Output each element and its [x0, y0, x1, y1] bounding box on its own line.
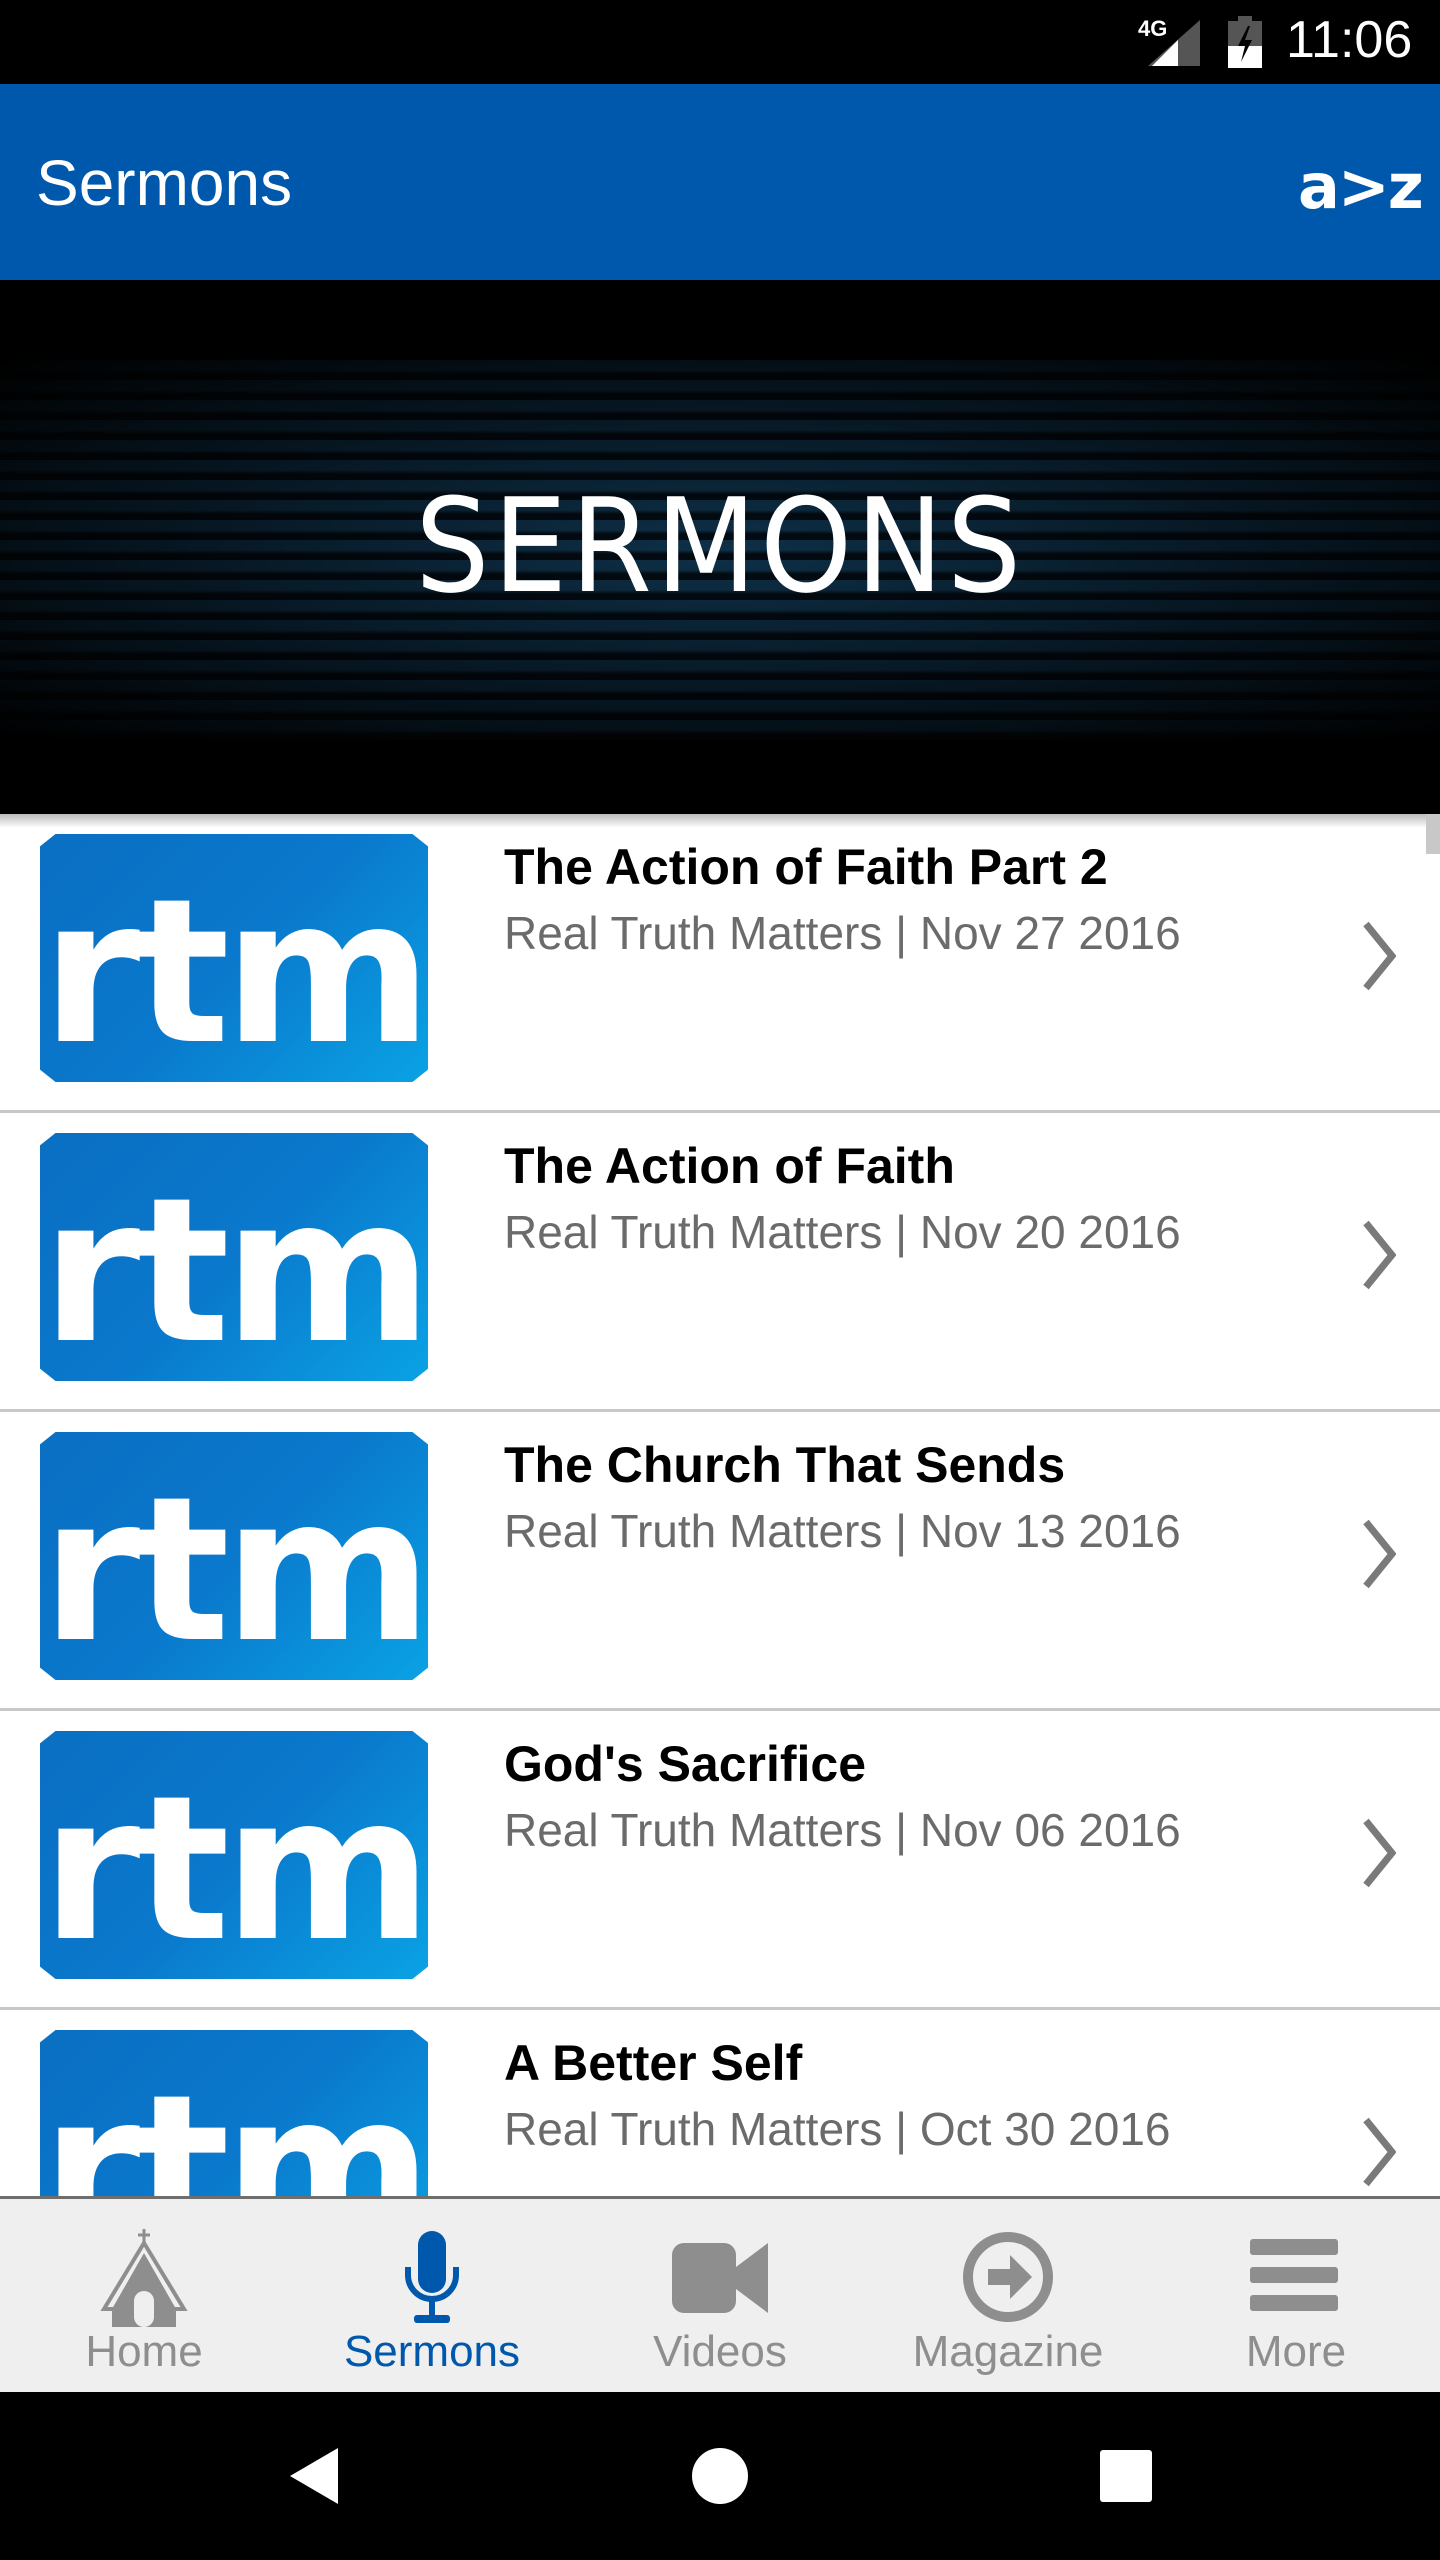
tab-label: More [1245, 2327, 1347, 2376]
video-camera-icon [672, 2243, 768, 2313]
microphone-icon [405, 2231, 459, 2323]
church-icon [100, 2229, 188, 2327]
sermon-title: A Better Self [504, 2035, 803, 2091]
tab-label: Home [85, 2327, 203, 2376]
back-button[interactable] [286, 2446, 346, 2506]
sermon-row[interactable]: rtm The Action of Faith Part 2 Real Trut… [0, 814, 1440, 1113]
sermon-row[interactable]: rtm A Better Self Real Truth Matters | O… [0, 2010, 1440, 2196]
rtm-thumbnail: rtm [40, 1731, 428, 1979]
tab-label: Magazine [912, 2327, 1104, 2376]
tab-videos[interactable]: Videos [576, 2199, 864, 2395]
sermon-subtitle: Real Truth Matters | Oct 30 2016 [504, 2103, 1171, 2155]
sermon-row[interactable]: rtm The Action of Faith Real Truth Matte… [0, 1113, 1440, 1412]
rtm-thumbnail: rtm [40, 2030, 428, 2196]
banner-title: SERMONS [415, 470, 1025, 622]
sermon-subtitle: Real Truth Matters | Nov 27 2016 [504, 907, 1181, 959]
battery-charging-icon [1228, 16, 1262, 68]
sermon-title: The Action of Faith [504, 1138, 955, 1194]
sermon-list[interactable]: rtm The Action of Faith Part 2 Real Trut… [0, 814, 1440, 2196]
sermon-subtitle: Real Truth Matters | Nov 20 2016 [504, 1206, 1181, 1258]
sermons-banner: SERMONS [0, 280, 1440, 814]
recents-button[interactable] [1096, 2446, 1156, 2506]
sermon-row[interactable]: rtm God's Sacrifice Real Truth Matters |… [0, 1711, 1440, 2010]
tab-home[interactable]: Home [0, 2199, 288, 2395]
sermon-row[interactable]: rtm The Church That Sends Real Truth Mat… [0, 1412, 1440, 1711]
az-logo-button[interactable]: a>z [1298, 150, 1424, 223]
list-top-shadow [0, 814, 1440, 828]
sermon-subtitle: Real Truth Matters | Nov 13 2016 [504, 1505, 1181, 1557]
chevron-right-icon [1363, 921, 1396, 991]
chevron-right-icon [1363, 2117, 1396, 2187]
tab-sermons[interactable]: Sermons [288, 2199, 576, 2395]
system-nav-bar [0, 2392, 1440, 2560]
sermon-title: The Church That Sends [504, 1437, 1066, 1493]
clock: 11:06 [1286, 11, 1413, 69]
sermon-title: God's Sacrifice [504, 1736, 867, 1792]
menu-icon [1250, 2239, 1338, 2311]
status-bar: 4G 11:06 [0, 0, 1440, 84]
arrow-circle-icon [963, 2232, 1053, 2322]
chevron-right-icon [1363, 1519, 1396, 1589]
rtm-thumbnail: rtm [40, 1133, 428, 1381]
thumbnail-text: rtm [41, 1454, 428, 1680]
sermon-title: The Action of Faith Part 2 [504, 839, 1108, 895]
chevron-right-icon [1363, 1818, 1396, 1888]
rtm-thumbnail: rtm [40, 1432, 428, 1680]
signal-icon [1148, 20, 1200, 66]
thumbnail-text: rtm [41, 2052, 428, 2196]
scrollbar[interactable] [1426, 814, 1440, 854]
tab-more[interactable]: More [1152, 2199, 1440, 2395]
tab-magazine[interactable]: Magazine [864, 2199, 1152, 2395]
tab-label: Videos [653, 2327, 787, 2376]
sermon-subtitle: Real Truth Matters | Nov 06 2016 [504, 1804, 1181, 1856]
app-bar: Sermons a>z [0, 84, 1440, 280]
bottom-tab-bar: Home Sermons Videos Magazine More [0, 2196, 1440, 2392]
rtm-thumbnail: rtm [40, 834, 428, 1082]
thumbnail-text: rtm [41, 1753, 428, 1979]
chevron-right-icon [1363, 1220, 1396, 1290]
thumbnail-text: rtm [41, 856, 428, 1082]
thumbnail-text: rtm [41, 1155, 428, 1381]
home-button[interactable] [690, 2446, 750, 2506]
page-title: Sermons [36, 147, 293, 219]
tab-label: Sermons [343, 2327, 521, 2376]
